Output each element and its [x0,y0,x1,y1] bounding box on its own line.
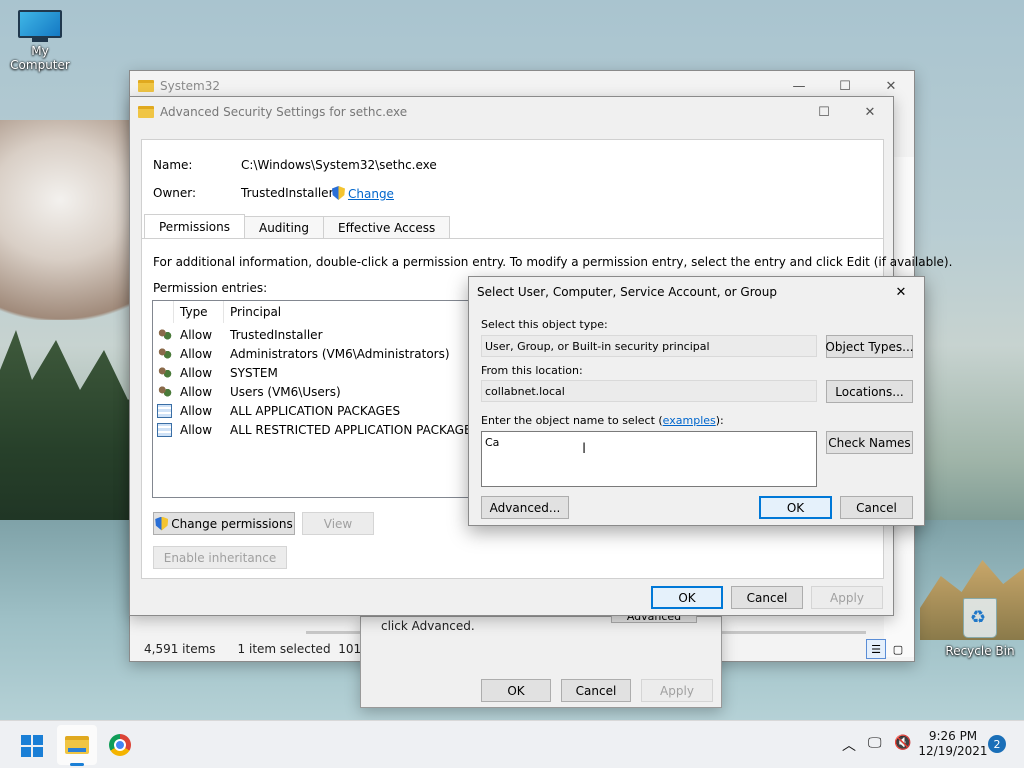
chevron-up-icon[interactable]: ︿ [842,735,856,755]
chrome-icon [109,734,131,756]
file-explorer-icon [65,736,89,754]
users-icon [157,365,172,380]
network-icon[interactable]: 🖵 [868,735,882,751]
column-header-type[interactable]: Type [180,305,208,319]
name-label: Name: [153,158,193,172]
entry-type: Allow [180,365,213,380]
clock-date: 12/19/2021 [918,744,988,758]
locations-button[interactable]: Locations... [826,380,913,403]
entry-type: Allow [180,327,213,342]
monitor-icon [18,10,62,44]
apply-button[interactable]: Apply [641,679,713,702]
users-icon [157,327,172,342]
entry-principal: TrustedInstaller [230,327,323,342]
tab-effective-access[interactable]: Effective Access [323,216,451,238]
check-names-button[interactable]: Check Names [826,431,913,454]
desktop-icon-label: Recycle Bin [945,644,1015,658]
tab-auditing[interactable]: Auditing [243,216,325,238]
examples-link[interactable]: examples [663,414,716,427]
entry-principal: Users (VM6\Users) [230,384,341,399]
cancel-button[interactable]: Cancel [840,496,913,519]
desktop-icon-label: My Computer [10,44,70,72]
notification-badge[interactable]: 2 [988,735,1006,753]
package-icon [157,403,172,418]
cancel-button[interactable]: Cancel [561,679,631,702]
tab-strip: Permissions Auditing Effective Access [144,214,451,238]
window-title: Advanced Security Settings for sethc.exe [160,105,408,119]
dialog-title: Select User, Computer, Service Account, … [477,285,777,299]
active-app-indicator [70,763,84,766]
tab-permissions[interactable]: Permissions [144,214,245,238]
info-text: For additional information, double-click… [153,255,953,269]
clock[interactable]: 9:26 PM 12/19/2021 [918,729,988,759]
enable-inheritance-button[interactable]: Enable inheritance [153,546,287,569]
volume-muted-icon[interactable]: 🔇 [894,735,911,751]
entry-type: Allow [180,384,213,399]
ok-button[interactable]: OK [759,496,832,519]
view-button[interactable]: View [302,512,374,535]
select-user-dialog[interactable]: Select User, Computer, Service Account, … [468,276,925,526]
entry-principal: ALL APPLICATION PACKAGES [230,403,401,418]
table-row[interactable]: Allow TrustedInstaller [153,325,491,344]
item-count: 4,591 items [144,642,216,656]
owner-value: TrustedInstaller [241,186,334,200]
entry-type: Allow [180,403,213,418]
change-owner-link[interactable]: Change [332,186,394,201]
table-row[interactable]: Allow Users (VM6\Users) [153,382,491,401]
entry-principal: SYSTEM [230,365,278,380]
clock-time: 9:26 PM [928,729,978,743]
explorer-title: System32 [160,79,221,93]
table-row[interactable]: Allow SYSTEM [153,363,491,382]
entry-type: Allow [180,422,213,437]
owner-label: Owner: [153,186,197,200]
recycle-bin-icon [963,598,997,638]
cancel-button[interactable]: Cancel [731,586,803,609]
table-row[interactable]: Allow ALL APPLICATION PACKAGES [153,401,491,420]
entry-principal: Administrators (VM6\Administrators) [230,346,450,361]
taskbar-file-explorer[interactable] [57,725,97,765]
taskbar: ︿ 🖵 🔇 9:26 PM 12/19/2021 2 [0,720,1024,768]
entry-principal: ALL RESTRICTED APPLICATION PACKAGES [230,422,480,437]
large-icons-view-icon[interactable]: ▢ [888,639,908,659]
advanced-button[interactable]: Advanced... [481,496,569,519]
object-name-input[interactable]: Ca [481,431,817,487]
properties-dialog[interactable]: click Advanced. Advanced OK Cancel Apply [360,609,722,708]
uac-shield-icon [332,186,345,200]
close-button[interactable]: ✕ [847,98,893,126]
desktop-icon-recycle-bin[interactable]: Recycle Bin [940,598,1020,658]
column-header-principal[interactable]: Principal [230,305,281,319]
uac-shield-icon [155,516,169,531]
permission-entries-list[interactable]: Type Principal Allow TrustedInstaller Al… [152,300,492,498]
properties-hint: click Advanced. [381,619,475,633]
users-icon [157,346,172,361]
table-row[interactable]: Allow Administrators (VM6\Administrators… [153,344,491,363]
desktop-icon-my-computer[interactable]: My Computer [0,10,80,72]
entry-type: Allow [180,346,213,361]
location-label: From this location: [481,364,583,377]
close-button[interactable]: ✕ [878,278,924,306]
enter-name-label: Enter the object name to select (example… [481,414,724,427]
package-icon [157,422,172,437]
folder-icon [138,106,154,118]
change-permissions-button[interactable]: Change permissions [153,512,295,535]
details-view-icon[interactable]: ☰ [866,639,886,659]
text-cursor-icon: I [582,441,587,457]
object-type-label: Select this object type: [481,318,608,331]
advanced-security-titlebar[interactable]: Advanced Security Settings for sethc.exe… [130,97,893,127]
taskbar-chrome[interactable] [100,725,140,765]
object-type-field: User, Group, or Built-in security princi… [481,335,817,357]
users-icon [157,384,172,399]
maximize-button[interactable]: ☐ [801,98,847,126]
location-field: collabnet.local [481,380,817,402]
object-types-button[interactable]: Object Types... [825,335,914,358]
start-button[interactable] [21,735,43,757]
table-row[interactable]: Allow ALL RESTRICTED APPLICATION PACKAGE… [153,420,491,439]
ok-button[interactable]: OK [651,586,723,609]
ok-button[interactable]: OK [481,679,551,702]
select-user-titlebar[interactable]: Select User, Computer, Service Account, … [469,277,924,307]
apply-button[interactable]: Apply [811,586,883,609]
folder-icon [138,80,154,92]
name-value: C:\Windows\System32\sethc.exe [241,158,437,172]
permission-entries-label: Permission entries: [153,281,268,295]
